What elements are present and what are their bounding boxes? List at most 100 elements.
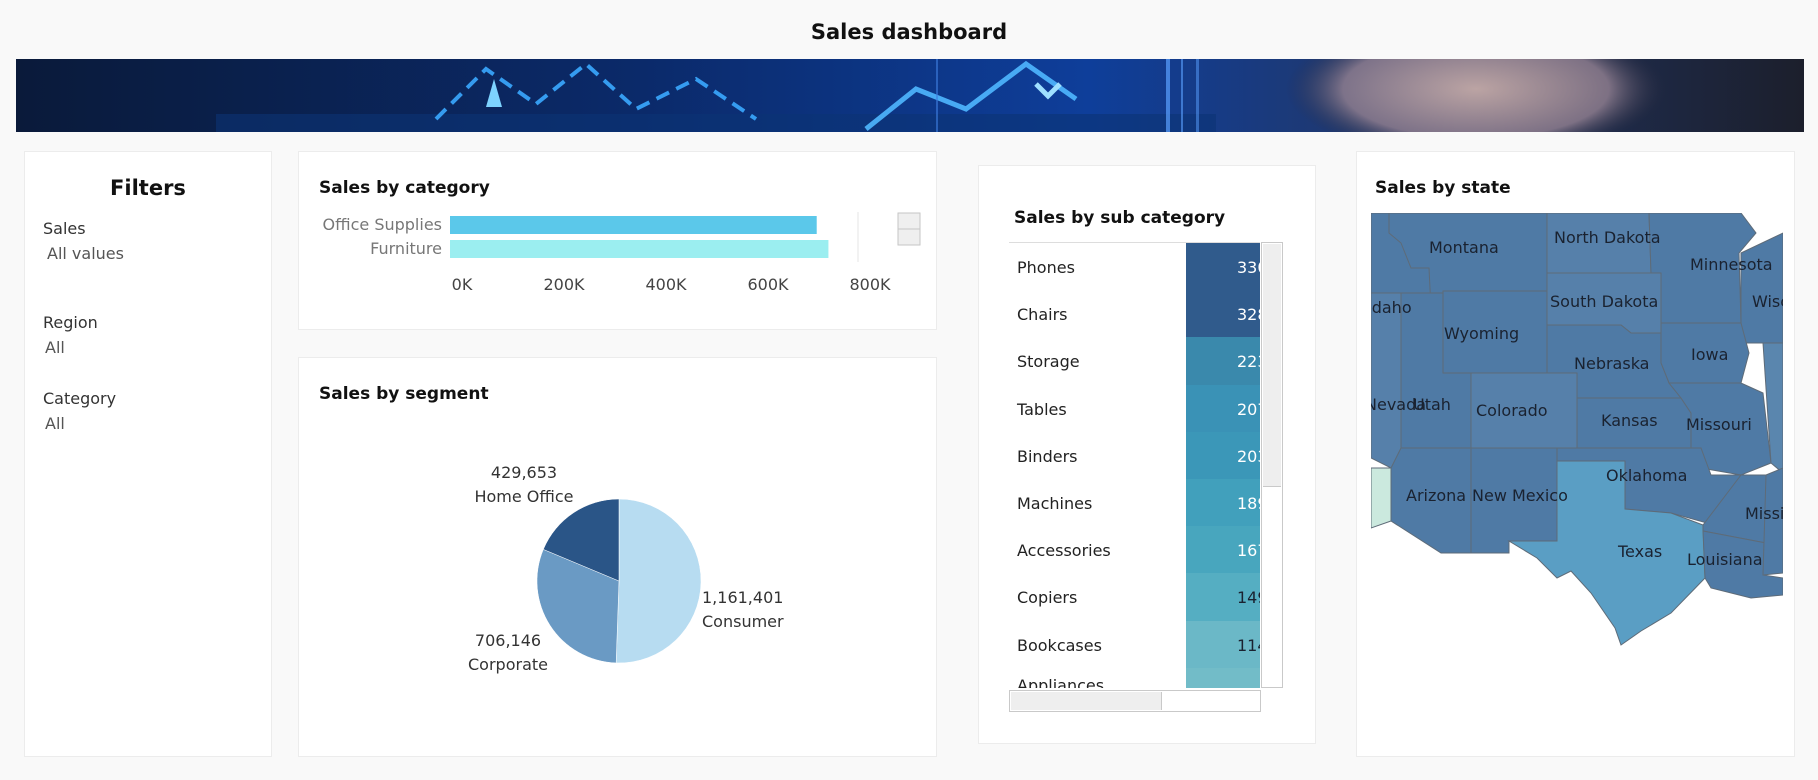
subcategory-row[interactable]: Binders 203 xyxy=(1009,431,1260,479)
filter-category-label: Category xyxy=(43,389,117,408)
subcategory-rows: Phones 330 Chairs 328 Storage 223 Tables 207 Bin… xyxy=(1009,243,1260,688)
vertical-scrollbar[interactable] xyxy=(1261,242,1283,688)
category-bar-chart: Office Supplies Furniture 0K 200K 400K 600K 80… xyxy=(323,212,921,294)
category-bar[interactable] xyxy=(450,216,817,234)
subcategory-name: Machines xyxy=(1017,493,1093,513)
subcategory-value-cell[interactable]: 189 xyxy=(1186,478,1260,527)
horizontal-scrollbar[interactable] xyxy=(1009,690,1261,712)
pie-slice[interactable] xyxy=(615,498,702,664)
state-label: Wyoming xyxy=(1444,324,1519,343)
subcategory-value-cell[interactable]: 207 xyxy=(1186,384,1260,432)
subcategory-row[interactable]: Machines 189 xyxy=(1009,478,1260,527)
state-label: Mississippi xyxy=(1745,504,1783,523)
subcategory-value: 203 xyxy=(1237,446,1260,466)
pie-segment-label: Home Office xyxy=(474,487,573,506)
subcategory-row[interactable]: Accessories 167 xyxy=(1009,526,1260,574)
subcategory-row[interactable]: Copiers 149 xyxy=(1009,573,1260,621)
subcategory-value: 114 xyxy=(1237,635,1260,655)
subcategory-value-cell[interactable] xyxy=(1186,667,1260,688)
subcategory-value-cell[interactable]: 149 xyxy=(1186,573,1260,621)
category-axis-tick: 200K xyxy=(543,275,585,294)
state-label: Colorado xyxy=(1476,401,1548,420)
state-label: Arizona xyxy=(1406,486,1466,505)
subcategory-title: Sales by sub category xyxy=(1014,208,1226,228)
category-axis-tick: 400K xyxy=(645,275,687,294)
horizontal-scrollbar-thumb[interactable] xyxy=(1011,692,1162,710)
state-label: New Mexico xyxy=(1472,486,1568,505)
subcategory-name: Chairs xyxy=(1017,305,1068,325)
subcategory-value-cell[interactable]: 330 xyxy=(1186,243,1260,291)
state-nevada[interactable] xyxy=(1371,292,1402,469)
filter-category-value[interactable]: All xyxy=(45,414,65,433)
state-label: Idaho xyxy=(1371,298,1412,317)
filters-title: Filters xyxy=(110,176,186,200)
state-label: Wisconsin xyxy=(1752,292,1783,311)
filter-region-label: Region xyxy=(43,313,98,332)
subcategory-value: 328 xyxy=(1237,305,1260,325)
state-label: Missouri xyxy=(1686,415,1752,434)
state-map: Montana North Dakota Minnesota Idaho South D… xyxy=(1371,213,1783,646)
pie-segment-label: Consumer xyxy=(702,612,784,631)
subcategory-name: Bookcases xyxy=(1017,635,1102,655)
subcategory-name: Copiers xyxy=(1017,588,1078,608)
state-label: Oklahoma xyxy=(1606,466,1687,485)
subcategory-row[interactable]: Chairs 328 xyxy=(1009,290,1260,338)
state-label: Utah xyxy=(1413,395,1451,414)
subcategory-row[interactable]: Storage 223 xyxy=(1009,337,1260,385)
dashboard-title: Sales dashboard xyxy=(810,20,1008,44)
category-panel: Sales by category Office Supplies Furnitu… xyxy=(298,151,937,330)
subcategory-name: Accessories xyxy=(1017,541,1111,561)
subcategory-value: 167 xyxy=(1237,541,1260,561)
state-label: Nebraska xyxy=(1574,354,1649,373)
pie-segment-label: Corporate xyxy=(468,655,548,674)
filter-region-value[interactable]: All xyxy=(45,338,65,357)
vertical-scrollbar-thumb[interactable] xyxy=(1263,244,1281,487)
subcategory-value-cell[interactable]: 328 xyxy=(1186,290,1260,338)
segment-pie-chart: 1,161,401 Consumer 706,146 Corporate 429,653… xyxy=(468,463,784,674)
category-bar[interactable] xyxy=(450,240,829,258)
subcategory-value: 330 xyxy=(1237,258,1260,277)
banner-graphic xyxy=(16,59,1804,132)
category-bar-label: Office Supplies xyxy=(323,215,442,234)
subcategory-name: Binders xyxy=(1017,446,1078,466)
subcategory-value: 149 xyxy=(1237,588,1260,608)
pie-value-label: 706,146 xyxy=(475,631,541,650)
category-axis-tick: 0K xyxy=(452,275,473,294)
subcategory-value-cell[interactable]: 203 xyxy=(1186,431,1260,479)
subcategory-row[interactable]: Phones 330 xyxy=(1009,243,1260,291)
subcategory-row[interactable]: Appliances xyxy=(1009,667,1260,688)
pie-value-label: 429,653 xyxy=(491,463,557,482)
filter-sales-value[interactable]: All values xyxy=(47,244,124,263)
pie-value-label: 1,161,401 xyxy=(702,588,783,607)
state-wisconsin[interactable] xyxy=(1740,232,1783,344)
subcategory-row[interactable]: Bookcases 114 xyxy=(1009,620,1260,668)
state-label: Louisiana xyxy=(1687,550,1763,569)
subcategory-value: 207 xyxy=(1237,399,1260,419)
subcategory-table: Phones 330 Chairs 328 Storage 223 Tables 207 Bin… xyxy=(1009,242,1260,688)
subcategory-value-cell[interactable]: 114 xyxy=(1186,620,1260,668)
state-panel: Sales by state Montana North Dakota Minn… xyxy=(1356,151,1795,757)
state-label: Texas xyxy=(1617,542,1662,561)
subcategory-name: Tables xyxy=(1017,399,1067,419)
subcategory-panel: Sales by sub category Phones 330 Chairs 328… xyxy=(978,165,1316,744)
subcategory-row[interactable]: Tables 207 xyxy=(1009,384,1260,432)
category-bar-label: Furniture xyxy=(370,239,442,258)
subcategory-name: Appliances xyxy=(1017,675,1105,688)
subcategory-value: 189 xyxy=(1237,493,1260,513)
filter-sales-label: Sales xyxy=(43,219,86,238)
state-label: Minnesota xyxy=(1690,255,1773,274)
subcategory-value-cell[interactable]: 167 xyxy=(1186,526,1260,574)
state-title: Sales by state xyxy=(1375,178,1511,198)
category-axis-tick: 800K xyxy=(849,275,891,294)
state-label: Montana xyxy=(1429,238,1499,257)
state-label: Iowa xyxy=(1691,345,1728,364)
state-california[interactable] xyxy=(1371,467,1392,529)
state-label: Kansas xyxy=(1601,411,1658,430)
subcategory-name: Phones xyxy=(1017,258,1075,277)
banner-image xyxy=(16,59,1804,132)
subcategory-value-cell[interactable]: 223 xyxy=(1186,337,1260,385)
state-label: North Dakota xyxy=(1554,228,1661,247)
category-axis-tick: 600K xyxy=(747,275,789,294)
subcategory-name: Storage xyxy=(1017,352,1080,372)
segment-panel: Sales by segment 1,161,401 Consumer 706,14… xyxy=(298,357,937,757)
